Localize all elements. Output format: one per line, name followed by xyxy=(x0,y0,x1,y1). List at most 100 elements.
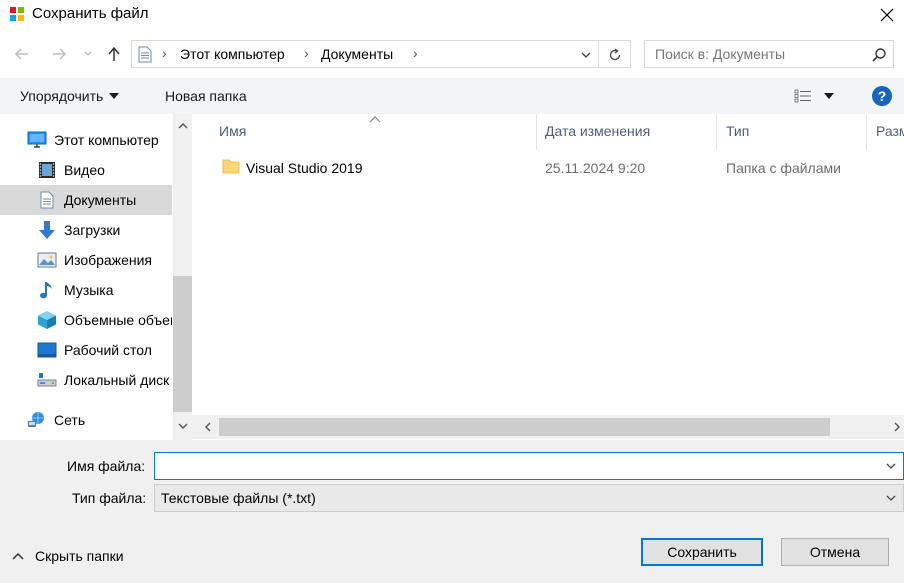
chevron-down-icon xyxy=(581,52,591,58)
help-button[interactable]: ? xyxy=(872,86,892,106)
video-icon xyxy=(37,160,57,180)
breadcrumb-separator: › xyxy=(304,45,309,61)
view-options-button[interactable] xyxy=(792,86,814,106)
desktop-icon xyxy=(37,340,57,360)
filetype-value: Текстовые файлы (*.txt) xyxy=(161,490,316,506)
file-name: Visual Studio 2019 xyxy=(246,160,363,176)
scroll-left-button[interactable] xyxy=(200,419,216,435)
chevron-down-icon xyxy=(84,51,92,56)
filename-dropdown-button[interactable] xyxy=(883,458,899,474)
sidebar-item-3d-objects[interactable]: Объемные объекты xyxy=(0,305,172,335)
file-type: Папка с файлами xyxy=(726,160,841,176)
sidebar-item-network[interactable]: Сеть xyxy=(0,405,172,435)
column-header-type[interactable]: Тип xyxy=(726,123,749,139)
document-icon xyxy=(138,46,152,63)
view-details-icon xyxy=(794,89,811,103)
column-divider xyxy=(866,114,867,150)
chevron-left-icon xyxy=(205,422,211,432)
column-divider xyxy=(536,114,537,150)
address-dropdown-button[interactable] xyxy=(578,47,594,63)
chevron-right-icon xyxy=(894,422,900,432)
sidebar-item-label: Загрузки xyxy=(64,222,121,238)
download-icon xyxy=(37,220,57,240)
title-bar: Сохранить файл xyxy=(0,0,904,30)
document-icon xyxy=(37,190,57,210)
filetype-dropdown-button[interactable] xyxy=(883,490,899,506)
view-dropdown-button[interactable] xyxy=(822,90,836,102)
refresh-button[interactable] xyxy=(606,46,624,64)
caret-down-icon xyxy=(109,93,120,99)
filename-input[interactable] xyxy=(155,453,875,479)
table-row[interactable]: Visual Studio 2019 25.11.2024 9:20 Папка… xyxy=(192,150,904,184)
scroll-right-button[interactable] xyxy=(890,419,904,435)
chevron-up-icon xyxy=(178,123,187,129)
arrow-right-icon xyxy=(53,48,67,60)
scroll-up-button[interactable] xyxy=(173,118,192,134)
caret-down-icon xyxy=(824,93,834,99)
sidebar-item-music[interactable]: Музыка xyxy=(0,275,172,305)
scroll-down-button[interactable] xyxy=(173,418,192,434)
chevron-up-icon xyxy=(12,552,24,560)
sidebar-item-downloads[interactable]: Загрузки xyxy=(0,215,172,245)
sidebar-item-pictures[interactable]: Изображения xyxy=(0,245,172,275)
sidebar-item-label: Рабочий стол xyxy=(64,342,152,358)
address-bar[interactable]: › Этот компьютер › Документы › xyxy=(131,40,631,68)
scrollbar-thumb[interactable] xyxy=(173,276,192,412)
sort-ascending-icon xyxy=(369,116,381,123)
file-list: Имя Дата изменения Тип Размер Visual Stu… xyxy=(192,114,904,440)
filename-field[interactable] xyxy=(154,452,904,480)
up-button[interactable] xyxy=(102,42,126,66)
chevron-down-icon xyxy=(886,495,896,501)
sidebar-item-local-disk[interactable]: Локальный диск xyxy=(0,365,172,395)
organize-button[interactable]: Упорядочить xyxy=(20,78,120,114)
column-header-size[interactable]: Размер xyxy=(876,123,904,139)
cancel-button[interactable]: Отмена xyxy=(781,538,889,566)
sidebar-item-label: Сеть xyxy=(54,412,86,428)
sidebar-item-label: Локальный диск xyxy=(64,372,170,388)
search-icon xyxy=(872,48,886,62)
recent-locations-button[interactable] xyxy=(80,42,96,66)
back-button[interactable] xyxy=(10,42,34,66)
column-header-name[interactable]: Имя xyxy=(219,123,246,139)
sidebar-item-desktop[interactable]: Рабочий стол xyxy=(0,335,172,365)
chevron-down-icon xyxy=(886,463,896,469)
app-icon xyxy=(10,7,24,21)
breadcrumb-separator: › xyxy=(162,45,167,61)
breadcrumb-this-pc[interactable]: Этот компьютер xyxy=(180,46,285,62)
forward-button[interactable] xyxy=(47,42,71,66)
sidebar-scrollbar[interactable] xyxy=(173,114,192,440)
music-icon xyxy=(37,280,57,300)
scrollbar-thumb[interactable] xyxy=(219,418,830,436)
organize-label: Упорядочить xyxy=(20,88,104,104)
close-button[interactable] xyxy=(870,0,904,30)
sidebar-item-documents[interactable]: Документы xyxy=(0,185,172,215)
hide-folders-button[interactable]: Скрыть папки xyxy=(12,547,124,565)
new-folder-button[interactable]: Новая папка xyxy=(165,88,247,104)
search-input[interactable] xyxy=(645,41,865,67)
pictures-icon xyxy=(37,250,57,270)
breadcrumb-documents[interactable]: Документы xyxy=(321,46,393,62)
hide-folders-label: Скрыть папки xyxy=(35,548,124,564)
filetype-label: Тип файла: xyxy=(72,490,147,506)
file-date: 25.11.2024 9:20 xyxy=(545,160,646,176)
sidebar-item-label: Видео xyxy=(64,162,105,178)
save-button[interactable]: Сохранить xyxy=(641,538,763,566)
search-button[interactable] xyxy=(871,47,887,63)
horizontal-scrollbar[interactable] xyxy=(192,415,904,439)
sidebar-item-this-pc[interactable]: Этот компьютер xyxy=(0,125,172,155)
address-divider xyxy=(598,41,599,67)
drive-icon xyxy=(37,370,57,390)
sidebar-item-label: Этот компьютер xyxy=(54,132,159,148)
filename-label: Имя файла: xyxy=(67,458,146,474)
breadcrumb-separator: › xyxy=(413,45,418,61)
column-header-date[interactable]: Дата изменения xyxy=(545,123,650,139)
folder-icon xyxy=(222,159,240,174)
arrow-up-icon xyxy=(108,46,120,61)
column-header-size-clip: Размер xyxy=(876,114,904,150)
sidebar-item-label: Изображения xyxy=(64,252,152,268)
network-icon xyxy=(27,410,47,430)
filetype-select[interactable]: Текстовые файлы (*.txt) xyxy=(154,484,904,512)
sidebar-item-videos[interactable]: Видео xyxy=(0,155,172,185)
search-box[interactable] xyxy=(644,40,894,68)
help-icon: ? xyxy=(877,88,887,104)
